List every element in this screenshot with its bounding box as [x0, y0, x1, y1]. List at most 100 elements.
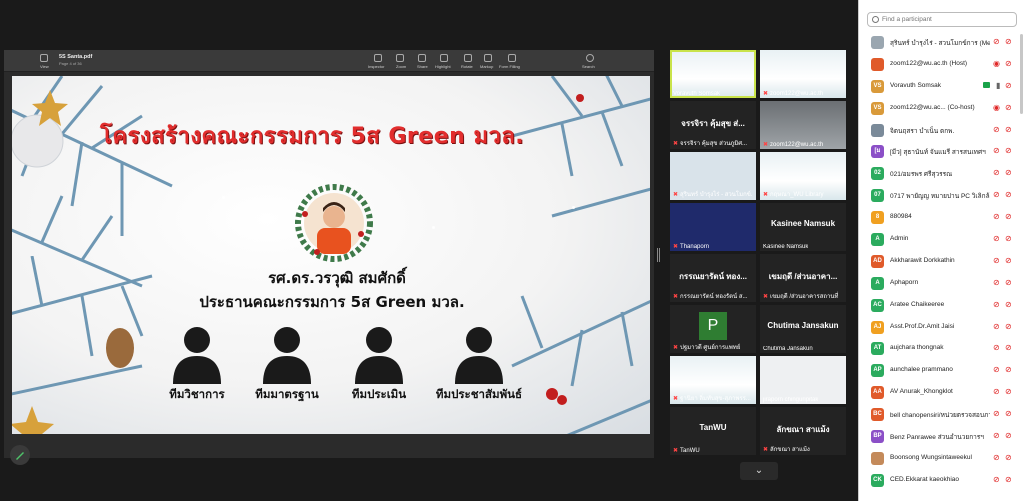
rotate-icon[interactable] [464, 54, 472, 62]
video-tile[interactable]: ✖ Thanaporn [670, 203, 756, 251]
form-filling-icon[interactable] [508, 54, 516, 62]
share-icon[interactable] [418, 54, 426, 62]
participant-row[interactable]: A Aphaporn ⊘ ⊘ [859, 273, 1024, 295]
mic-on-icon[interactable]: ▮ [996, 81, 1000, 90]
mic-muted-icon[interactable]: ⊘ [993, 212, 1000, 221]
participant-row[interactable]: สุรินทร์ บำรุงไร่ - สวนโมกข์การ (Me) ⊘ ⊘ [859, 32, 1024, 54]
highlight-icon[interactable] [440, 54, 448, 62]
video-tile-label: กฤษณา_WU Library [770, 192, 824, 198]
video-off-icon[interactable]: ⊘ [1005, 234, 1012, 243]
video-off-icon[interactable]: ⊘ [1005, 81, 1012, 90]
mic-muted-icon[interactable]: ⊘ [1005, 103, 1012, 112]
video-off-icon[interactable]: ⊘ [1005, 212, 1012, 221]
video-on-icon[interactable] [983, 81, 990, 88]
participant-row[interactable]: 8 880984 ⊘ ⊘ [859, 207, 1024, 229]
participant-row[interactable]: [ม [มีว] สุธานันท์ จันแมรี สารสนเทศฯ ⊘ ⊘ [859, 141, 1024, 163]
participant-row[interactable]: VS zoom122@wu.ac... (Co-host) ◉ ⊘ [859, 98, 1024, 120]
video-off-icon[interactable]: ⊘ [1005, 146, 1012, 155]
video-off-icon[interactable]: ⊘ [1005, 365, 1012, 374]
video-tile[interactable]: ลักขณา สาแม้ง ✖ ลักขณา สาแม้ง [760, 407, 846, 455]
participant-row[interactable]: 02 021/อมรพร ศรีสุวรรณ ⊘ ⊘ [859, 163, 1024, 185]
mic-muted-icon[interactable]: ⊘ [993, 365, 1000, 374]
video-off-icon[interactable]: ⊘ [1005, 431, 1012, 440]
mic-muted-icon[interactable]: ⊘ [993, 234, 1000, 243]
mic-muted-icon[interactable]: ⊘ [993, 190, 1000, 199]
video-off-icon[interactable]: ◉ [993, 103, 1000, 112]
mic-muted-icon[interactable]: ⊘ [993, 37, 1000, 46]
participant-row[interactable]: zoom122@wu.ac.th (Host) ◉ ⊘ [859, 54, 1024, 76]
video-off-icon[interactable]: ⊘ [1005, 475, 1012, 484]
video-tile[interactable]: Kasinee Namsuk Kasinee Namsuk [760, 203, 846, 251]
participant-row[interactable]: VS Voravuth Somsak ▮ ⊘ [859, 76, 1024, 98]
participant-row[interactable]: AC Aratee Chaikeeree ⊘ ⊘ [859, 295, 1024, 317]
mic-muted-icon[interactable]: ⊘ [993, 409, 1000, 418]
video-off-icon[interactable]: ⊘ [1005, 190, 1012, 199]
video-tile[interactable]: ✖ zoom122@wu.ac.th [760, 101, 846, 149]
video-off-icon[interactable]: ⊘ [1005, 256, 1012, 265]
mic-muted-icon: ✖ [673, 141, 679, 147]
video-off-icon[interactable]: ◉ [993, 59, 1000, 68]
video-tile[interactable]: P ✖ ปฐมาวดี ศูนย์การแพทย์ [670, 305, 756, 353]
video-tile[interactable]: Chutima Jansakun Chutima Jansakun [760, 305, 846, 353]
sidebar-icon[interactable] [40, 54, 48, 62]
participant-name: Voravuth Somsak [890, 81, 941, 89]
mic-muted-icon[interactable]: ⊘ [993, 256, 1000, 265]
gallery-next-page-button[interactable]: ⌄ [740, 462, 778, 480]
participant-row[interactable]: BP Benz Panrawee ส่วนอำนวยการฯ ⊘ ⊘ [859, 426, 1024, 448]
participant-search[interactable] [867, 12, 1017, 27]
mic-muted-icon[interactable]: ⊘ [993, 125, 1000, 134]
participant-row[interactable]: AP aunchalee prammano ⊘ ⊘ [859, 360, 1024, 382]
participant-row[interactable]: CK CED.Ekkarat kaeokhiao ⊘ ⊘ [859, 470, 1024, 492]
mic-muted-icon[interactable]: ⊘ [993, 300, 1000, 309]
participant-list-scrollbar[interactable] [1020, 34, 1023, 114]
annotate-button[interactable] [10, 445, 30, 465]
mic-muted-icon[interactable]: ⊘ [993, 343, 1000, 352]
mic-muted-icon[interactable]: ⊘ [993, 146, 1000, 155]
search-icon[interactable] [586, 54, 594, 62]
zoom-meeting-window: View 5S Santa.pdf Page 4 of 36 Inspector… [0, 0, 1024, 501]
video-off-icon[interactable]: ⊘ [1005, 343, 1012, 352]
video-tile[interactable]: jiraporn chinguripitak [760, 356, 846, 404]
video-tile[interactable]: ✖ กฤษณา_WU Library [760, 152, 846, 200]
mic-muted-icon[interactable]: ⊘ [993, 453, 1000, 462]
mic-muted-icon[interactable]: ⊘ [993, 278, 1000, 287]
video-off-icon[interactable]: ⊘ [1005, 409, 1012, 418]
video-tile[interactable]: Voravuth Somsak [670, 50, 756, 98]
mic-muted-icon[interactable]: ⊘ [993, 475, 1000, 484]
video-off-icon[interactable]: ⊘ [1005, 300, 1012, 309]
mic-muted-icon: ✖ [673, 448, 679, 454]
video-tile[interactable]: TanWU ✖ TanWU [670, 407, 756, 455]
video-off-icon[interactable]: ⊘ [1005, 453, 1012, 462]
participant-row[interactable]: AJ Asst.Prof.Dr.Amit Jaisi ⊘ ⊘ [859, 317, 1024, 339]
participant-row[interactable]: AD Akkharawit Dorkkathin ⊘ ⊘ [859, 251, 1024, 273]
video-tile[interactable]: กรรณยารัตน์ ทอง... ✖ กรรณยารัตน์ ทองรัตน์ … [670, 254, 756, 302]
inspector-icon[interactable] [374, 54, 382, 62]
participant-row[interactable]: จิตนฤสรา บำเน็น ตกพ. ⊘ ⊘ [859, 120, 1024, 142]
participant-row[interactable]: 070717 พายัญญ หมายปาน PC วิเลิกล้องค่ะ⊘⊘ [859, 185, 1024, 207]
video-off-icon[interactable]: ⊘ [1005, 322, 1012, 331]
video-tile[interactable]: จรรจิรา คุ้มสุข ส่... ✖ จรรจิรา คุ้มสุข ส่… [670, 101, 756, 149]
video-off-icon[interactable]: ⊘ [1005, 168, 1012, 177]
video-off-icon[interactable]: ⊘ [1005, 278, 1012, 287]
resize-handle[interactable] [657, 248, 660, 262]
mic-muted-icon[interactable]: ⊘ [993, 168, 1000, 177]
mic-muted-icon[interactable]: ⊘ [993, 387, 1000, 396]
video-tile[interactable]: ✖ สุรินทร์ บำรุงไร่ - สวนโมกข์... [670, 152, 756, 200]
participant-search-input[interactable] [882, 14, 1012, 25]
mic-muted-icon[interactable]: ⊘ [993, 322, 1000, 331]
mic-muted-icon[interactable]: ⊘ [1005, 59, 1012, 68]
participant-row[interactable]: BCbell chanopensiri/หน่วยตรวจสอบภายใน⊘⊘ [859, 404, 1024, 426]
zoom-icon[interactable] [396, 54, 404, 62]
video-tile[interactable]: ✖ zoom122@wu.ac.th [760, 50, 846, 98]
participant-row[interactable]: Boonsong Wungsintaweekul ⊘ ⊘ [859, 448, 1024, 470]
mic-muted-icon[interactable]: ⊘ [993, 431, 1000, 440]
video-tile[interactable]: เขมฤดี /ส่วนอาคา... ✖ เขมฤดี /ส่วนอาคารสถา… [760, 254, 846, 302]
video-off-icon[interactable]: ⊘ [1005, 387, 1012, 396]
participant-row[interactable]: AA AV Anurak_Khongklot ⊘ ⊘ [859, 382, 1024, 404]
participant-row[interactable]: A Admin ⊘ ⊘ [859, 229, 1024, 251]
video-off-icon[interactable]: ⊘ [1005, 125, 1012, 134]
video-tile[interactable]: ✖ ฐานิยา ลิ่มทับสุข-สุภาพรร... [670, 356, 756, 404]
participant-row[interactable]: AT aujchara thongnak ⊘ ⊘ [859, 338, 1024, 360]
video-off-icon[interactable]: ⊘ [1005, 37, 1012, 46]
markup-icon[interactable] [484, 54, 492, 62]
